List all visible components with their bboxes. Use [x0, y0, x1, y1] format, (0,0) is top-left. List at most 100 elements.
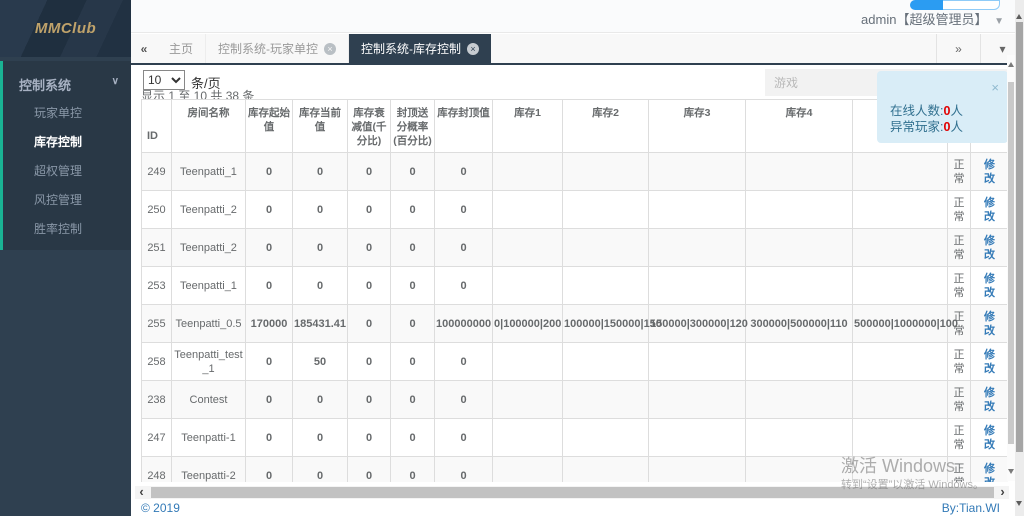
cell-stock1	[493, 343, 563, 381]
app-logo: MMClub	[0, 0, 131, 57]
admin-dropdown[interactable]: admin【超级管理员】 ▼	[861, 9, 1004, 28]
edit-link[interactable]: 修改	[981, 310, 998, 338]
edit-link[interactable]: 修改	[981, 158, 998, 186]
cell-stock-cap: 0	[435, 267, 493, 305]
cell-room-name: Teenpatti-1	[172, 419, 246, 457]
table-row: 258Teenpatti_test_1050000正常修改	[142, 343, 1009, 381]
cell-stock-cap: 0	[435, 381, 493, 419]
chevron-down-icon: ∨	[112, 76, 119, 87]
close-icon[interactable]: ×	[467, 43, 479, 55]
table-row: 250Teenpatti_200000正常修改	[142, 191, 1009, 229]
horizontal-scrollbar[interactable]: ‹ ›	[135, 486, 1009, 499]
cell-stock2	[563, 457, 649, 483]
cell-id: 247	[142, 419, 172, 457]
sidebar-item-player-control[interactable]: 玩家单控	[3, 103, 131, 124]
cell-stock-cap: 100000000	[435, 305, 493, 343]
tabbar-spacer	[491, 34, 936, 63]
cell-stock4	[746, 191, 853, 229]
cell-stock1	[493, 381, 563, 419]
scroll-up-arrow-icon[interactable]	[1016, 11, 1022, 19]
browser-vertical-scrollbar[interactable]	[1015, 0, 1024, 516]
cell-room-name: Teenpatti_1	[172, 153, 246, 191]
table-row: 247Teenpatti-100000正常修改	[142, 419, 1009, 457]
cell-stock5	[853, 229, 948, 267]
cell-stock2	[563, 229, 649, 267]
tab-stock-control[interactable]: 控制系统-库存控制 ×	[349, 34, 491, 63]
close-icon[interactable]: ×	[324, 43, 336, 55]
edit-link[interactable]: 修改	[981, 234, 998, 262]
cell-stock-start: 0	[246, 153, 293, 191]
column-header: 房间名称	[172, 100, 246, 153]
cell-stock1	[493, 267, 563, 305]
tab-label: 主页	[169, 40, 193, 57]
cell-room-name: Teenpatti_2	[172, 191, 246, 229]
cell-stock5	[853, 191, 948, 229]
edit-link[interactable]: 修改	[981, 348, 998, 376]
copyright-link[interactable]: © 2019	[141, 501, 180, 515]
cell-stock-current: 0	[293, 229, 348, 267]
column-header: 库存4	[746, 100, 853, 153]
cell-stock-cap: 0	[435, 153, 493, 191]
scroll-right-arrow-icon[interactable]: ›	[996, 486, 1009, 499]
cell-stock3	[649, 153, 746, 191]
cell-stock2	[563, 153, 649, 191]
cell-action: 修改	[971, 419, 1009, 457]
inner-vertical-scrollbar[interactable]	[1007, 55, 1015, 481]
cell-stock-current: 185431.41	[293, 305, 348, 343]
sidebar-item-winrate-control[interactable]: 胜率控制	[3, 219, 131, 240]
sidebar-group-control-system: 控制系统 ∨ 玩家单控 库存控制 超权管理 风控管理 胜率控制	[0, 61, 131, 250]
edit-link[interactable]: 修改	[981, 272, 998, 300]
cell-id: 250	[142, 191, 172, 229]
scroll-left-arrow-icon[interactable]: ‹	[135, 486, 148, 499]
cell-status: 正常	[948, 153, 971, 191]
edit-link[interactable]: 修改	[981, 196, 998, 224]
column-header: 库存封顶值	[435, 100, 493, 153]
cell-status: 正常	[948, 419, 971, 457]
sidebar-section-control-system[interactable]: 控制系统 ∨	[3, 67, 131, 103]
horizontal-scrollbar-thumb[interactable]	[151, 487, 994, 498]
scroll-down-arrow-icon[interactable]	[1008, 469, 1014, 477]
cell-stock-decay: 0	[348, 153, 391, 191]
sidebar-item-risk-management[interactable]: 风控管理	[3, 190, 131, 211]
table-row: 249Teenpatti_100000正常修改	[142, 153, 1009, 191]
cell-stock1	[493, 419, 563, 457]
edit-link[interactable]: 修改	[981, 424, 998, 452]
cell-stock-current: 0	[293, 381, 348, 419]
browser-vertical-scrollbar-thumb[interactable]	[1016, 22, 1023, 452]
cell-id: 258	[142, 343, 172, 381]
cell-cap-probability: 0	[391, 305, 435, 343]
column-header: 库存3	[649, 100, 746, 153]
cell-id: 238	[142, 381, 172, 419]
cell-action: 修改	[971, 381, 1009, 419]
close-icon[interactable]: ×	[991, 83, 999, 93]
tab-home[interactable]: 主页	[157, 34, 206, 63]
cell-id: 253	[142, 267, 172, 305]
edit-link[interactable]: 修改	[981, 386, 998, 414]
cell-cap-probability: 0	[391, 267, 435, 305]
cell-stock-cap: 0	[435, 343, 493, 381]
cell-stock-start: 0	[246, 457, 293, 483]
cell-stock-current: 0	[293, 419, 348, 457]
cell-stock-decay: 0	[348, 381, 391, 419]
cell-stock-cap: 0	[435, 419, 493, 457]
stock-table-wrap: ID房间名称库存起始值库存当前值库存衰减值(千分比)封顶送分概率(百分比)库存封…	[141, 99, 1008, 482]
table-row: 253Teenpatti_100000正常修改	[142, 267, 1009, 305]
caret-down-icon: ▾	[999, 42, 1005, 56]
sidebar-item-privilege-management[interactable]: 超权管理	[3, 161, 131, 182]
tabs-scroll-right-button[interactable]: »	[936, 34, 980, 63]
scroll-up-arrow-icon[interactable]	[1008, 59, 1014, 67]
cell-status: 正常	[948, 343, 971, 381]
edit-link[interactable]: 修改	[981, 462, 998, 483]
cell-stock-decay: 0	[348, 191, 391, 229]
inner-vertical-scrollbar-thumb[interactable]	[1008, 82, 1014, 444]
credit-text: By:Tian.WI	[942, 501, 1000, 515]
scroll-down-arrow-icon[interactable]	[1016, 501, 1022, 509]
sidebar-item-stock-control[interactable]: 库存控制	[3, 132, 131, 153]
cell-stock1	[493, 229, 563, 267]
cell-room-name: Teenpatti_2	[172, 229, 246, 267]
cell-cap-probability: 0	[391, 343, 435, 381]
column-header: 库存1	[493, 100, 563, 153]
cell-stock5	[853, 267, 948, 305]
tabs-scroll-left-button[interactable]: «	[131, 34, 157, 63]
tab-player-control[interactable]: 控制系统-玩家单控 ×	[206, 34, 349, 63]
